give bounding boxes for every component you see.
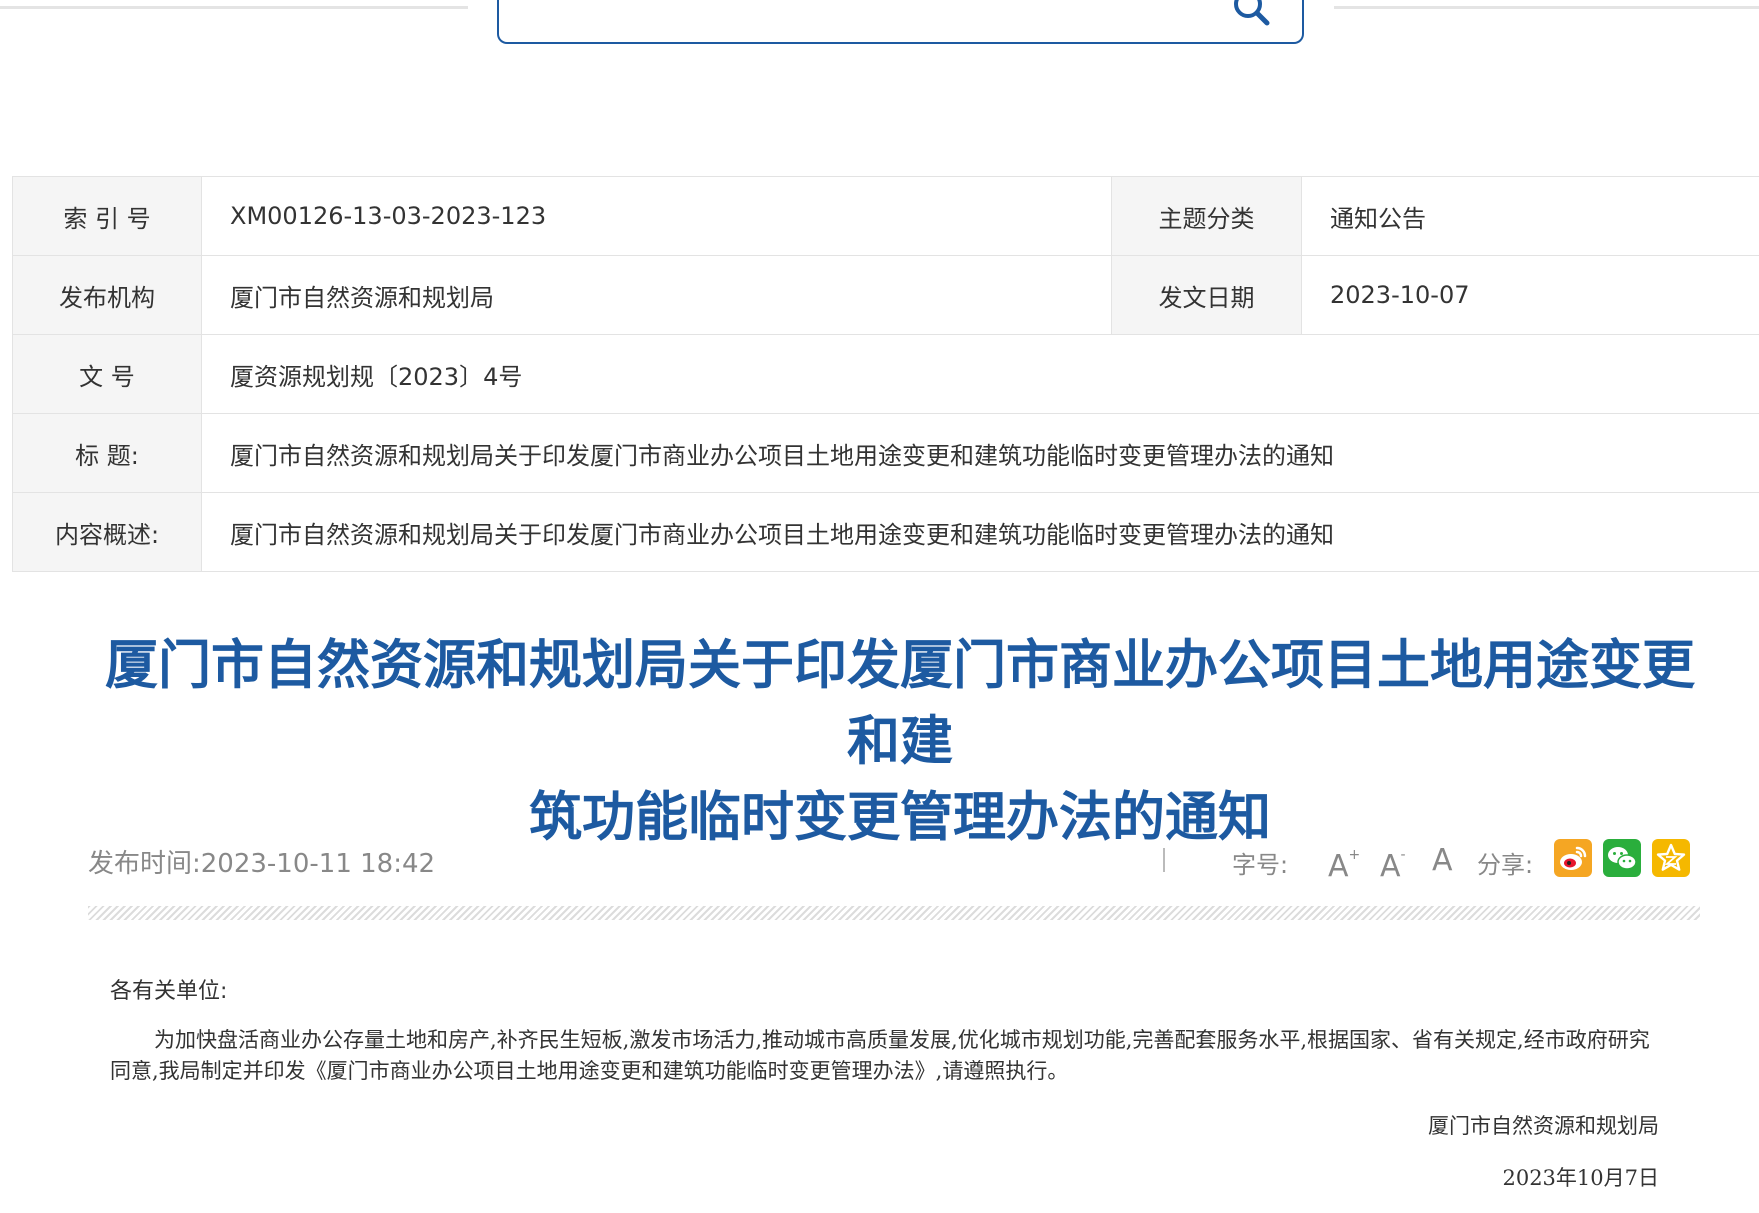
date-label: 发文日期	[1111, 255, 1302, 335]
index-label: 索 引 号	[12, 176, 202, 256]
search-input[interactable]	[513, 0, 1217, 32]
font-default-button[interactable]: A	[1432, 844, 1453, 878]
article-title-line1: 厦门市自然资源和规划局关于印发厦门市商业办公项目土地用途变更和建	[105, 635, 1695, 772]
docno-value: 厦资源规划规〔2023〕4号	[201, 334, 1759, 414]
meta-row: 文 号 厦资源规划规〔2023〕4号	[12, 334, 1759, 414]
summary-value: 厦门市自然资源和规划局关于印发厦门市商业办公项目土地用途变更和建筑功能临时变更管…	[201, 492, 1759, 572]
header-divider-left	[0, 6, 468, 9]
meta-row: 内容概述: 厦门市自然资源和规划局关于印发厦门市商业办公项目土地用途变更和建筑功…	[12, 492, 1759, 572]
share-weibo-button[interactable]	[1554, 839, 1592, 877]
font-smaller-mark: -	[1400, 847, 1406, 863]
document-meta-table: 索 引 号 XM00126-13-03-2023-123 主题分类 通知公告 发…	[12, 176, 1759, 572]
font-smaller-letter: A	[1380, 849, 1401, 884]
search-box	[497, 0, 1304, 44]
weibo-icon	[1560, 846, 1587, 870]
meta-row: 索 引 号 XM00126-13-03-2023-123 主题分类 通知公告	[12, 176, 1759, 256]
font-larger-mark: +	[1348, 847, 1361, 863]
body-paragraph: 为加快盘活商业办公存量土地和房产,补齐民生短板,激发市场活力,推动城市高质量发展…	[110, 1028, 1650, 1083]
meta-row: 发布机构 厦门市自然资源和规划局 发文日期 2023-10-07	[12, 255, 1759, 335]
font-size-label: 字号:	[1232, 851, 1289, 879]
qzone-star-icon	[1656, 843, 1686, 871]
date-value: 2023-10-07	[1301, 255, 1759, 335]
summary-label: 内容概述:	[12, 492, 202, 572]
signature-date: 2023年10月7日	[1502, 1166, 1659, 1190]
publisher-value: 厦门市自然资源和规划局	[201, 255, 1112, 335]
publisher-label: 发布机构	[12, 255, 202, 335]
info-divider	[1163, 848, 1165, 872]
docno-label: 文 号	[12, 334, 202, 414]
search-icon[interactable]	[1222, 0, 1274, 32]
share-qzone-button[interactable]	[1652, 839, 1690, 877]
font-larger-button[interactable]: A+	[1328, 844, 1360, 884]
publish-time: 发布时间:2023-10-11 18:42	[88, 849, 436, 879]
topic-value: 通知公告	[1301, 176, 1759, 256]
article-title: 厦门市自然资源和规划局关于印发厦门市商业办公项目土地用途变更和建 筑功能临时变更…	[80, 628, 1720, 856]
salutation: 各有关单位:	[110, 979, 228, 1004]
wechat-icon	[1608, 847, 1637, 870]
header-separator-stripe	[88, 906, 1700, 920]
font-larger-letter: A	[1328, 849, 1349, 884]
signature-org: 厦门市自然资源和规划局	[1428, 1114, 1659, 1138]
share-label: 分享:	[1477, 851, 1534, 879]
index-value: XM00126-13-03-2023-123	[201, 176, 1112, 256]
title-value: 厦门市自然资源和规划局关于印发厦门市商业办公项目土地用途变更和建筑功能临时变更管…	[201, 413, 1759, 493]
header-divider-right	[1334, 6, 1759, 9]
title-label: 标 题:	[12, 413, 202, 493]
meta-row: 标 题: 厦门市自然资源和规划局关于印发厦门市商业办公项目土地用途变更和建筑功能…	[12, 413, 1759, 493]
font-smaller-button[interactable]: A-	[1380, 844, 1406, 884]
topic-label: 主题分类	[1111, 176, 1302, 256]
share-wechat-button[interactable]	[1603, 839, 1641, 877]
